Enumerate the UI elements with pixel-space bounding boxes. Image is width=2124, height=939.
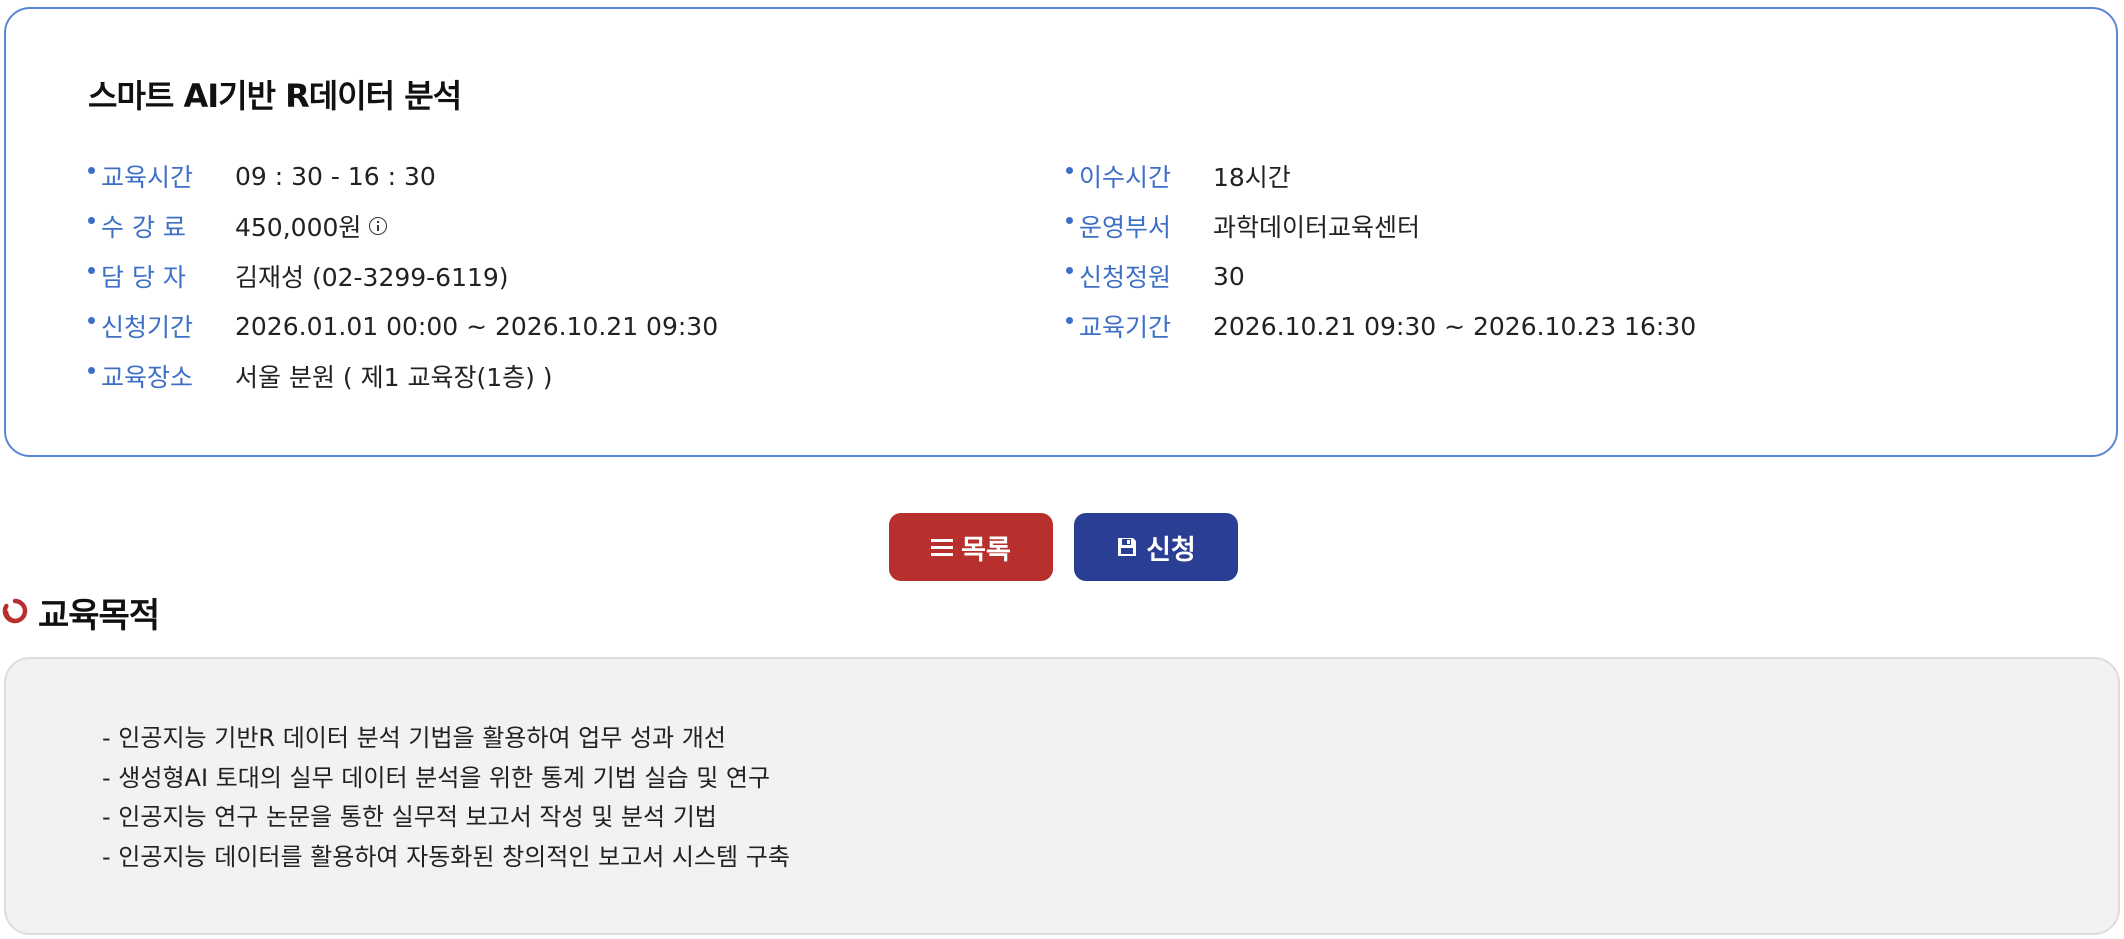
- info-value: 김재성 (02-3299-6119): [235, 263, 509, 292]
- bullet-dot: [88, 366, 95, 374]
- info-row-contact: 담 당 자 김재성 (02-3299-6119): [88, 251, 718, 301]
- info-row-fee: 수 강 료 450,000원: [88, 201, 718, 251]
- info-label: 담 당 자: [101, 263, 186, 292]
- info-value: 09 : 30 - 16 : 30: [235, 161, 436, 191]
- info-value: 2026.10.21 09:30 ~ 2026.10.23 16:30: [1213, 311, 1697, 341]
- course-title: 스마트 AI기반 R데이터 분석: [88, 77, 462, 115]
- info-value: 서울 분원 ( 제1 교육장(1층) ): [235, 363, 553, 392]
- info-value: 18시간: [1213, 163, 1291, 192]
- info-row-location: 교육장소 서울 분원 ( 제1 교육장(1층) ): [88, 351, 718, 401]
- info-row-department: 운영부서 과학데이터교육센터: [1066, 201, 1696, 251]
- purpose-list: - 인공지능 기반R 데이터 분석 기법을 활용하여 업무 성과 개선 - 생성…: [102, 719, 790, 877]
- info-label: 교육시간: [101, 163, 194, 192]
- list-button-label: 목록: [961, 534, 1011, 566]
- purpose-box: - 인공지능 기반R 데이터 분석 기법을 활용하여 업무 성과 개선 - 생성…: [4, 657, 2120, 935]
- refresh-circle-icon: [2, 598, 28, 628]
- bullet-dot: [88, 316, 95, 324]
- section-title: 교육목적: [38, 596, 160, 636]
- info-label: 수 강 료: [101, 213, 186, 242]
- bullet-dot: [88, 216, 95, 224]
- bullet-dot: [88, 166, 95, 174]
- info-row-education-time: 교육시간 09 : 30 - 16 : 30: [88, 151, 718, 201]
- course-info-card: 스마트 AI기반 R데이터 분석 교육시간 09 : 30 - 16 : 30 …: [4, 7, 2118, 457]
- list-item: - 인공지능 연구 논문을 통한 실무적 보고서 작성 및 분석 기법: [102, 803, 717, 831]
- list-item: - 생성형AI 토대의 실무 데이터 분석을 위한 통계 기법 실습 및 연구: [102, 763, 771, 792]
- info-label: 이수시간: [1079, 163, 1172, 192]
- info-value-fee: 450,000원: [235, 208, 388, 244]
- list-item: - 인공지능 데이터를 활용하여 자동화된 창의적인 보고서 시스템 구축: [102, 842, 790, 871]
- info-value: 과학데이터교육센터: [1213, 213, 1421, 242]
- bullet-dot: [1066, 166, 1073, 174]
- bullet-dot: [1066, 216, 1073, 224]
- bullet-dot: [88, 266, 95, 274]
- info-value: 2026.01.01 00:00 ~ 2026.10.21 09:30: [235, 311, 719, 341]
- course-info-right-column: 이수시간 18시간 운영부서 과학데이터교육센터 신청정원 30 교육기간 20…: [1066, 151, 1696, 351]
- course-info-left-column: 교육시간 09 : 30 - 16 : 30 수 강 료 450,000원 담 …: [88, 151, 718, 401]
- info-label: 신청정원: [1079, 263, 1172, 292]
- apply-button[interactable]: 신청: [1074, 513, 1238, 581]
- list-button[interactable]: 목록: [889, 513, 1053, 581]
- purpose-section-heading: 교육목적: [2, 588, 160, 637]
- bullet-dot: [1066, 266, 1073, 274]
- info-label: 신청기간: [101, 313, 194, 342]
- info-label: 교육기간: [1079, 313, 1172, 342]
- save-disk-icon: [1116, 536, 1138, 558]
- info-row-completion-hours: 이수시간 18시간: [1066, 151, 1696, 201]
- info-value: 30: [1213, 261, 1245, 291]
- info-circle-icon[interactable]: [369, 217, 388, 235]
- info-row-education-period: 교육기간 2026.10.21 09:30 ~ 2026.10.23 16:30: [1066, 301, 1696, 351]
- apply-button-label: 신청: [1146, 534, 1196, 566]
- bullet-dot: [1066, 316, 1073, 324]
- fee-amount: 450,000원: [235, 213, 362, 242]
- menu-lines-icon: [931, 538, 954, 556]
- list-item: - 인공지능 기반R 데이터 분석 기법을 활용하여 업무 성과 개선: [102, 724, 726, 752]
- info-row-capacity: 신청정원 30: [1066, 251, 1696, 301]
- info-label: 교육장소: [101, 363, 194, 392]
- info-label: 운영부서: [1079, 213, 1172, 242]
- info-row-apply-period: 신청기간 2026.01.01 00:00 ~ 2026.10.21 09:30: [88, 301, 718, 351]
